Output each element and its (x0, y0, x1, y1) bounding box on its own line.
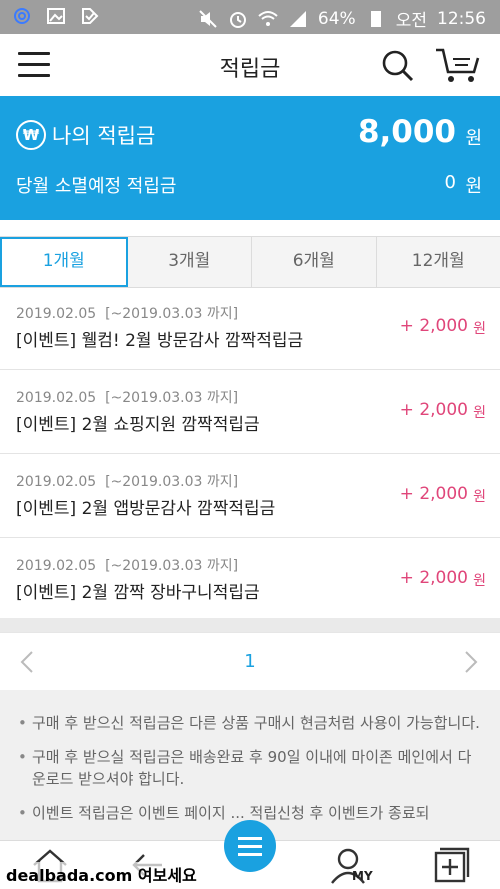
expiring-points-label: 당월 소멸예정 적립금 (16, 172, 176, 198)
item-name: [이벤트] 2월 앱방문감사 깜짝적립금 (16, 494, 275, 519)
item-points-unit: 원 (473, 402, 486, 422)
list-item: 2019.02.05 [~2019.03.03 까지] [이벤트] 웰컴! 2월… (0, 286, 500, 370)
cart-icon[interactable] (434, 46, 480, 84)
my-points-amount: 8,000 (358, 114, 456, 150)
search-icon[interactable] (380, 48, 414, 82)
status-bar: 64% 오전 12:56 (0, 0, 500, 34)
alarm-icon (228, 9, 248, 29)
item-points: + 2,000 (400, 400, 468, 420)
item-name: [이벤트] 2월 깜짝 장바구니적립금 (16, 578, 260, 603)
browser-icon (12, 6, 32, 26)
item-name: [이벤트] 2월 쇼핑지원 깜짝적립금 (16, 410, 260, 435)
battery-icon (366, 9, 386, 29)
wifi-icon (258, 9, 278, 29)
item-date: 2019.02.05 [~2019.03.03 까지] (16, 303, 238, 323)
time: 12:56 (437, 9, 486, 29)
points-history-list: 2019.02.05 [~2019.03.03 까지] [이벤트] 웰컴! 2월… (0, 286, 500, 622)
new-window-icon[interactable] (432, 845, 472, 885)
expiring-points-amount: 0 (445, 172, 456, 193)
period-tabs: 1개월 3개월 6개월 12개월 (0, 236, 500, 288)
current-page[interactable]: 1 (0, 651, 500, 672)
app-header: 적립금 (0, 34, 500, 97)
tab-1-month[interactable]: 1개월 (0, 237, 128, 287)
signal-icon (288, 9, 308, 29)
gallery-icon (46, 6, 66, 26)
item-date: 2019.02.05 [~2019.03.03 까지] (16, 555, 238, 575)
item-date: 2019.02.05 [~2019.03.03 까지] (16, 387, 238, 407)
chevron-right-icon[interactable] (460, 651, 480, 673)
item-points: + 2,000 (400, 316, 468, 336)
battery-percent: 64% (318, 9, 356, 29)
list-item: 2019.02.05 [~2019.03.03 까지] [이벤트] 2월 깜짝 … (0, 538, 500, 622)
watermark-text: dealbada.com 여보세요 (6, 862, 197, 886)
section-divider (0, 618, 500, 632)
item-points: + 2,000 (400, 568, 468, 588)
item-points-unit: 원 (473, 486, 486, 506)
expiring-points-unit: 원 (465, 172, 482, 198)
points-summary: ₩ 나의 적립금 8,000 원 당월 소멸예정 적립금 0 원 (0, 96, 500, 220)
won-icon: ₩ (16, 120, 46, 150)
tab-12-months[interactable]: 12개월 (377, 237, 500, 287)
menu-fab-button[interactable] (224, 820, 276, 872)
pagination: 1 (0, 632, 500, 691)
item-points-unit: 원 (473, 318, 486, 338)
tab-6-months[interactable]: 6개월 (252, 237, 377, 287)
item-points-unit: 원 (473, 570, 486, 590)
list-item: 2019.02.05 [~2019.03.03 까지] [이벤트] 2월 쇼핑지… (0, 370, 500, 454)
notice-section: 구매 후 받으신 적립금은 다른 상품 구매시 현금처럼 사용이 가능합니다. … (0, 690, 500, 840)
item-name: [이벤트] 웰컴! 2월 방문감사 깜짝적립금 (16, 326, 303, 351)
mute-icon (198, 9, 218, 29)
my-label: MY (352, 869, 373, 883)
time-ampm: 오전 (396, 6, 427, 31)
item-date: 2019.02.05 [~2019.03.03 까지] (16, 471, 238, 491)
my-page-button[interactable]: MY (328, 845, 378, 885)
item-points: + 2,000 (400, 484, 468, 504)
page-title: 적립금 (0, 51, 500, 83)
download-check-icon (80, 6, 100, 26)
my-points-unit: 원 (465, 124, 482, 150)
notice-item: 구매 후 받으실 적립금은 배송완료 후 90일 이내에 마이존 메인에서 다운… (0, 746, 500, 790)
tab-3-months[interactable]: 3개월 (128, 237, 253, 287)
list-item: 2019.02.05 [~2019.03.03 까지] [이벤트] 2월 앱방문… (0, 454, 500, 538)
my-points-label: 나의 적립금 (52, 120, 155, 150)
notice-item: 구매 후 받으신 적립금은 다른 상품 구매시 현금처럼 사용이 가능합니다. (0, 712, 500, 734)
